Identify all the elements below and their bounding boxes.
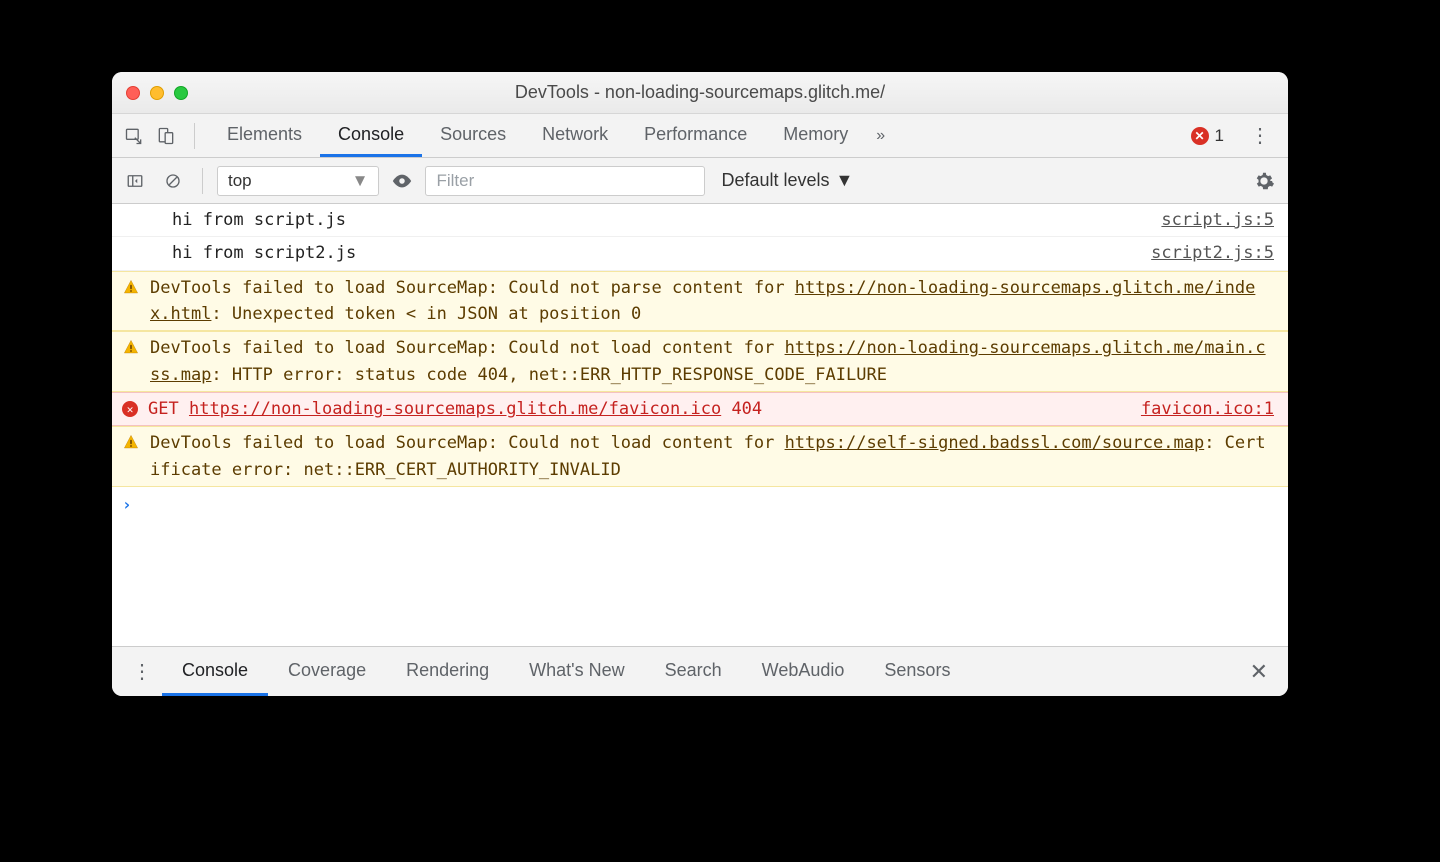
window-title: DevTools - non-loading-sourcemaps.glitch… — [112, 82, 1288, 103]
more-tabs-icon[interactable]: » — [870, 127, 891, 145]
error-icon: ✕ — [122, 401, 138, 417]
console-messages[interactable]: hi from script.js script.js:5 hi from sc… — [112, 204, 1288, 646]
titlebar: DevTools - non-loading-sourcemaps.glitch… — [112, 72, 1288, 114]
warning-row: DevTools failed to load SourceMap: Could… — [112, 426, 1288, 487]
traffic-lights — [126, 86, 188, 100]
tab-list: Elements Console Sources Network Perform… — [209, 114, 866, 157]
drawer-tab-search[interactable]: Search — [645, 647, 742, 696]
warning-text: DevTools failed to load SourceMap: Could… — [148, 275, 1274, 328]
close-window-button[interactable] — [126, 86, 140, 100]
chevron-down-icon: ▼ — [352, 171, 369, 191]
source-link[interactable]: script.js:5 — [1145, 207, 1274, 233]
error-row: ✕ GET https://non-loading-sourcemaps.gli… — [112, 392, 1288, 426]
url-link[interactable]: https://self-signed.badssl.com/source.ma… — [785, 433, 1205, 453]
log-text: hi from script2.js — [148, 240, 1127, 266]
filter-input[interactable] — [425, 166, 705, 196]
drawer-tabbar: ⋮ Console Coverage Rendering What's New … — [112, 646, 1288, 696]
main-tabbar: Elements Console Sources Network Perform… — [112, 114, 1288, 158]
source-link[interactable]: script2.js:5 — [1135, 240, 1274, 266]
drawer-tab-webaudio[interactable]: WebAudio — [742, 647, 865, 696]
log-row: hi from script.js script.js:5 — [112, 204, 1288, 237]
console-settings-icon[interactable] — [1248, 165, 1280, 197]
tab-performance[interactable]: Performance — [626, 114, 765, 157]
clear-console-icon[interactable] — [158, 166, 188, 196]
error-text: GET https://non-loading-sourcemaps.glitc… — [146, 396, 1117, 422]
tab-memory[interactable]: Memory — [765, 114, 866, 157]
drawer-tab-whatsnew[interactable]: What's New — [509, 647, 644, 696]
zoom-window-button[interactable] — [174, 86, 188, 100]
context-label: top — [228, 171, 252, 191]
prompt-icon: › — [122, 493, 132, 518]
error-icon: ✕ — [1191, 127, 1209, 145]
drawer-tab-coverage[interactable]: Coverage — [268, 647, 386, 696]
minimize-window-button[interactable] — [150, 86, 164, 100]
warning-icon — [122, 279, 140, 295]
error-count: 1 — [1215, 126, 1224, 146]
drawer-menu-icon[interactable]: ⋮ — [122, 659, 162, 684]
close-drawer-icon[interactable]: ✕ — [1240, 659, 1278, 685]
inspect-icon[interactable] — [120, 122, 148, 150]
devtools-window: DevTools - non-loading-sourcemaps.glitch… — [112, 72, 1288, 696]
warning-icon — [122, 339, 140, 355]
levels-label: Default levels — [721, 170, 829, 191]
context-selector[interactable]: top ▼ — [217, 166, 379, 196]
warning-row: DevTools failed to load SourceMap: Could… — [112, 331, 1288, 392]
url-link[interactable]: https://non-loading-sourcemaps.glitch.me… — [189, 399, 721, 419]
tab-sources[interactable]: Sources — [422, 114, 524, 157]
log-text: hi from script.js — [148, 207, 1137, 233]
sidebar-toggle-icon[interactable] — [120, 166, 150, 196]
drawer-tab-rendering[interactable]: Rendering — [386, 647, 509, 696]
tab-elements[interactable]: Elements — [209, 114, 320, 157]
warning-icon — [122, 434, 140, 450]
chevron-down-icon: ▼ — [836, 170, 854, 191]
live-expression-icon[interactable] — [387, 166, 417, 196]
console-prompt[interactable]: › — [112, 487, 1288, 524]
device-toggle-icon[interactable] — [152, 122, 180, 150]
separator — [194, 123, 195, 149]
drawer-tab-sensors[interactable]: Sensors — [864, 647, 970, 696]
console-toolbar: top ▼ Default levels ▼ — [112, 158, 1288, 204]
error-count-badge[interactable]: ✕ 1 — [1191, 126, 1224, 146]
tab-console[interactable]: Console — [320, 114, 422, 157]
tab-network[interactable]: Network — [524, 114, 626, 157]
log-row: hi from script2.js script2.js:5 — [112, 237, 1288, 270]
drawer-tab-console[interactable]: Console — [162, 647, 268, 696]
warning-text: DevTools failed to load SourceMap: Could… — [148, 335, 1274, 388]
source-link[interactable]: favicon.ico:1 — [1125, 396, 1274, 422]
warning-row: DevTools failed to load SourceMap: Could… — [112, 271, 1288, 332]
settings-menu-icon[interactable]: ⋮ — [1240, 123, 1280, 148]
log-levels-selector[interactable]: Default levels ▼ — [713, 170, 861, 191]
separator — [202, 168, 203, 194]
warning-text: DevTools failed to load SourceMap: Could… — [148, 430, 1274, 483]
